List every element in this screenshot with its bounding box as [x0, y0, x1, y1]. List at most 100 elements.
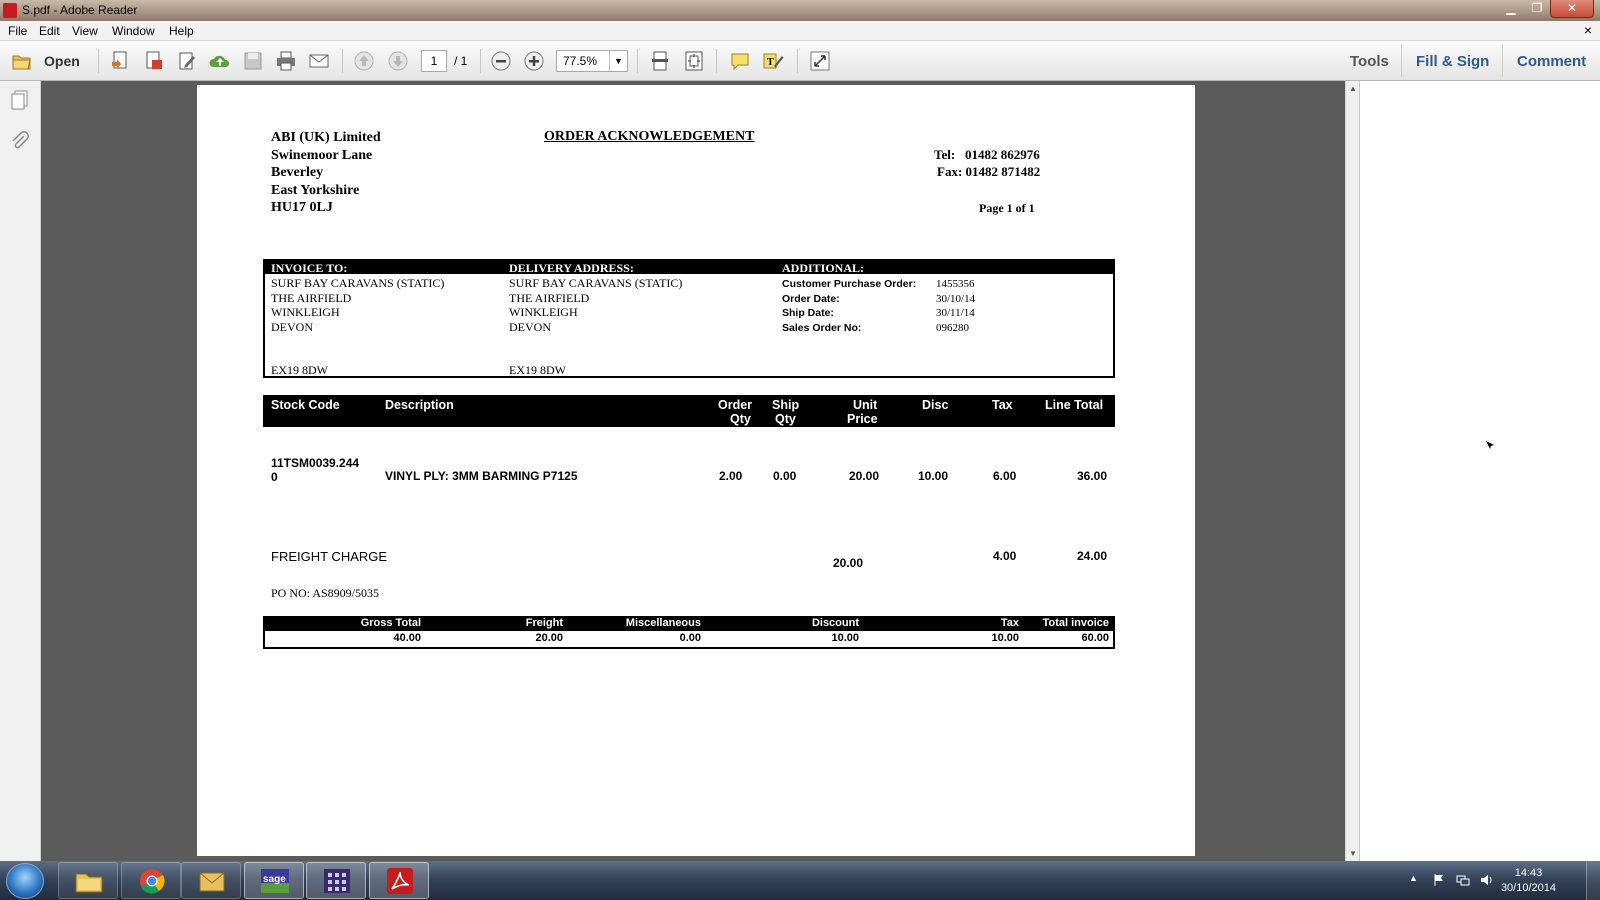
toolbar-separator [98, 49, 99, 73]
sticky-note-icon[interactable] [728, 50, 752, 72]
company-name: ABI (UK) Limited [271, 130, 381, 145]
freight-total: 24.00 [1077, 549, 1108, 563]
show-hidden-icons-button[interactable]: ▲ [1409, 873, 1423, 887]
delivery-address-header: DELIVERY ADDRESS: [509, 261, 634, 275]
taskbar: sage ▲ 14:43 30/10/2014 [0, 861, 1600, 900]
telephone: Tel: 01482 862976 [934, 147, 1040, 162]
order-date-label: Order Date: [782, 292, 840, 305]
freight-tax: 4.00 [993, 549, 1017, 563]
address-line: THE AIRFIELD [509, 290, 590, 305]
open-folder-icon[interactable] [10, 50, 34, 72]
chevron-down-icon[interactable]: ▼ [609, 51, 627, 71]
edit-pdf-icon[interactable] [175, 50, 199, 72]
menu-help[interactable]: Help [169, 24, 194, 38]
scroll-up-arrow[interactable]: ▲ [1349, 84, 1357, 93]
calculator-icon [324, 869, 350, 893]
folder-icon [75, 873, 103, 893]
create-pdf-icon[interactable] [108, 50, 132, 72]
scroll-down-arrow[interactable]: ▼ [1349, 849, 1357, 858]
svg-text:T: T [767, 57, 774, 68]
line-ship-qty: 0.00 [773, 469, 797, 483]
minimize-button[interactable]: ▁ [1498, 0, 1524, 18]
page-number-input[interactable]: 1 [421, 50, 447, 72]
total-freight-header: Freight [525, 617, 563, 629]
comment-pane-button[interactable]: Comment [1517, 53, 1586, 70]
sales-order-label: Sales Order No: [782, 321, 862, 334]
show-desktop-button[interactable] [1586, 861, 1600, 900]
address-line: WINKLEIGH [509, 305, 578, 319]
total-misc-value: 0.00 [679, 632, 701, 644]
clock-date: 30/10/2014 [1500, 882, 1556, 894]
system-clock[interactable]: 14:43 30/10/2014 [1501, 866, 1556, 896]
menu-bar: File Edit View Window Help × [0, 21, 1600, 41]
company-address-block: ABI (UK) Limited Swinemoor Lane Beverley… [271, 129, 381, 217]
adobe-reader-icon [3, 3, 17, 18]
window-title: S.pdf - Adobe Reader [22, 3, 138, 17]
line-description: VINYL PLY: 3MM BARMING P7125 [385, 469, 578, 483]
next-page-icon[interactable] [386, 50, 410, 72]
total-tax-header: Tax [1000, 617, 1019, 629]
network-icon[interactable] [1456, 873, 1470, 887]
highlight-text-icon[interactable]: T [761, 50, 785, 72]
taskbar-sage[interactable]: sage [244, 862, 304, 899]
menu-file[interactable]: File [8, 24, 27, 38]
attachments-icon[interactable] [9, 131, 31, 153]
save-icon[interactable] [241, 50, 265, 72]
zoom-out-icon[interactable] [489, 50, 513, 72]
fit-page-icon[interactable] [682, 50, 706, 72]
menu-window[interactable]: Window [112, 24, 155, 38]
taskbar-chrome[interactable] [121, 862, 181, 899]
toolbar-separator [1401, 45, 1402, 77]
freight-unit-price: 20.00 [833, 556, 864, 570]
email-icon[interactable] [307, 50, 331, 72]
zoom-select[interactable]: 77.5% ▼ [556, 50, 628, 72]
vertical-scrollbar[interactable]: ▲ ▼ [1345, 81, 1359, 861]
address-line: Swinemoor Lane [271, 147, 373, 163]
print-icon[interactable] [274, 50, 298, 72]
address-line: DEVON [509, 319, 551, 334]
start-button[interactable] [6, 863, 44, 899]
invoice-to-header: INVOICE TO: [271, 261, 348, 275]
taskbar-adobe-reader[interactable] [369, 862, 429, 899]
page-total: / 1 [454, 54, 468, 68]
export-pdf-icon[interactable] [142, 50, 166, 72]
zoom-in-icon[interactable] [522, 50, 546, 72]
action-center-flag-icon[interactable] [1432, 873, 1446, 887]
stock-code-line-1: 11TSM0039.244 [271, 456, 360, 470]
address-line: DEVON [271, 319, 313, 334]
tools-pane-button[interactable]: Tools [1350, 53, 1389, 70]
toolbar-separator [797, 49, 798, 73]
fax: Fax: 01482 871482 [937, 164, 1041, 179]
close-button[interactable]: ✕ [1550, 0, 1594, 18]
taskbar-windows-explorer[interactable] [58, 862, 118, 899]
totals-values-row: 40.00 20.00 0.00 10.00 10.00 60.00 [263, 632, 1115, 646]
menu-edit[interactable]: Edit [39, 24, 60, 38]
total-gross-header: Gross Total [360, 617, 421, 629]
page-thumbnails-icon[interactable] [9, 89, 31, 111]
line-total: 36.00 [1077, 469, 1108, 483]
customer-po-value: 1455356 [936, 278, 975, 290]
taskbar-calculator[interactable] [306, 862, 366, 899]
previous-page-icon[interactable] [352, 50, 376, 72]
document-close-button[interactable]: × [1584, 22, 1592, 38]
full-screen-icon[interactable] [808, 50, 832, 72]
document-title: ORDER ACKNOWLEDGEMENT [544, 129, 755, 144]
total-gross-value: 40.00 [393, 632, 421, 644]
header-stock-code: Stock Code [271, 398, 340, 412]
taskbar-outlook[interactable] [181, 862, 241, 899]
toolbar-separator [1502, 45, 1503, 77]
header-ship-qty: Ship [772, 398, 800, 412]
menu-view[interactable]: View [72, 24, 98, 38]
invoice-to-address: SURF BAY CARAVANS (STATIC) THE AIRFIELD … [271, 276, 444, 334]
volume-icon[interactable] [1480, 873, 1494, 887]
fill-sign-pane-button[interactable]: Fill & Sign [1416, 53, 1489, 70]
scrolling-mode-icon[interactable] [648, 50, 672, 72]
toolbar-separator [716, 49, 717, 73]
toolbar-separator [342, 49, 343, 73]
maximize-button[interactable]: ❐ [1524, 0, 1550, 18]
open-button-label[interactable]: Open [44, 53, 80, 69]
additional-labels: Customer Purchase Order: Order Date: Shi… [782, 277, 916, 335]
line-order-qty: 2.00 [719, 469, 743, 483]
total-misc-header: Miscellaneous [625, 617, 701, 629]
upload-icon[interactable] [208, 50, 232, 72]
